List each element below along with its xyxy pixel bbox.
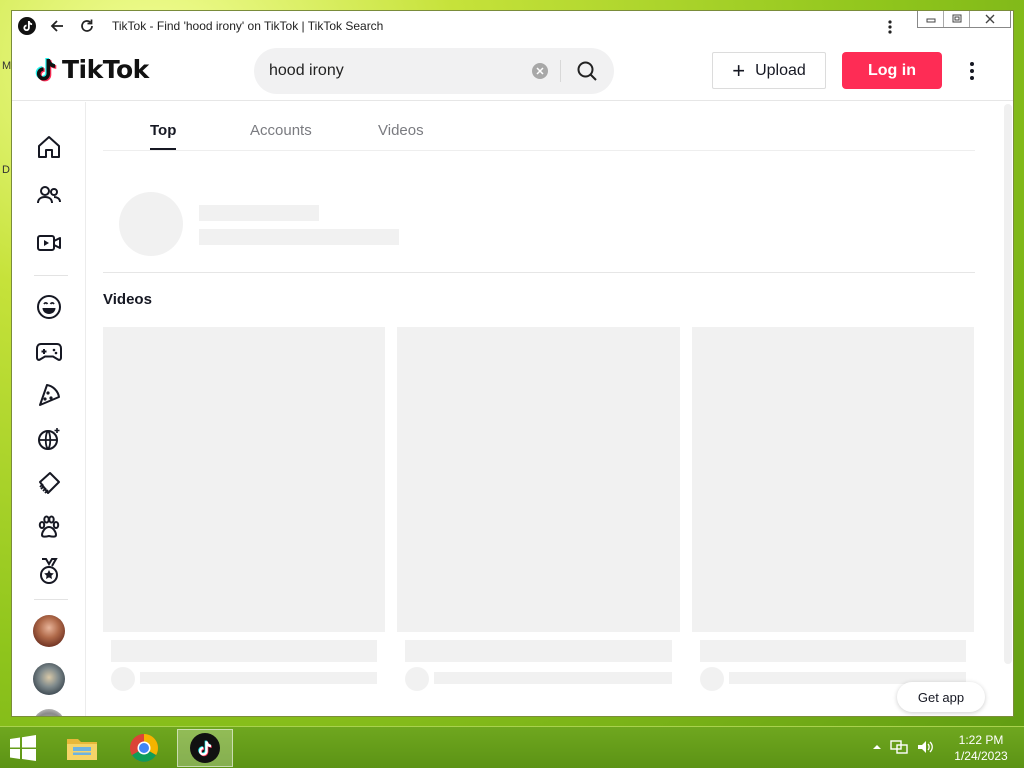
back-icon[interactable]	[42, 11, 72, 41]
tiktok-logo[interactable]: TikTok	[34, 55, 149, 84]
maximize-icon[interactable]	[944, 11, 970, 27]
avatar[interactable]	[33, 709, 65, 716]
video-caption-placeholder	[111, 640, 377, 662]
upload-label: Upload	[755, 61, 806, 79]
plus-icon: +	[732, 57, 746, 83]
beauty-icon[interactable]	[35, 469, 63, 497]
video-author-placeholder	[140, 672, 377, 684]
volume-icon[interactable]	[916, 739, 934, 755]
clear-search-icon[interactable]	[532, 63, 548, 79]
section-divider	[103, 272, 975, 273]
network-icon[interactable]	[890, 739, 908, 755]
tiktok-app-icon	[12, 11, 42, 41]
search-divider	[560, 60, 561, 82]
desktop-fragment: M	[2, 60, 12, 72]
scrollbar-thumb[interactable]	[1004, 104, 1012, 664]
videos-heading: Videos	[103, 291, 152, 308]
sidebar	[12, 102, 86, 716]
windows-logo-icon	[10, 735, 36, 761]
tabs-divider	[103, 150, 975, 151]
video-thumbnail-placeholder	[692, 327, 974, 632]
system-tray	[872, 739, 934, 755]
home-icon[interactable]	[35, 133, 63, 161]
window-controls	[917, 11, 1011, 28]
video-caption-placeholder	[700, 640, 966, 662]
tiktok-note-icon	[35, 58, 57, 82]
video-thumbnail-placeholder	[103, 327, 385, 632]
clock-time: 1:22 PM	[958, 733, 1004, 747]
animals-icon[interactable]	[35, 513, 63, 541]
site-header: TikTok + Upload Log in	[12, 41, 1013, 101]
tab-top[interactable]: Top	[150, 122, 176, 139]
window-title: TikTok - Find 'hood irony' on TikTok | T…	[112, 19, 384, 33]
main-content: Top Accounts Videos Videos Get app	[87, 102, 1001, 716]
get-app-button[interactable]: Get app	[897, 682, 985, 712]
login-button[interactable]: Log in	[842, 52, 942, 89]
search-input[interactable]	[269, 48, 519, 94]
more-options-icon[interactable]	[962, 59, 982, 83]
account-avatar-placeholder	[119, 192, 183, 256]
taskbar: 1:22 PM 1/24/2023	[0, 726, 1024, 768]
video-author-avatar-placeholder	[405, 667, 429, 691]
file-explorer-taskbar-icon[interactable]	[54, 729, 110, 767]
tiktok-taskbar-icon[interactable]	[177, 729, 233, 767]
browser-window: TikTok - Find 'hood irony' on TikTok | T…	[11, 10, 1014, 717]
gaming-icon[interactable]	[35, 337, 63, 365]
minimize-icon[interactable]	[918, 11, 944, 27]
video-caption-placeholder	[405, 640, 672, 662]
dance-icon[interactable]	[35, 425, 63, 453]
video-author-avatar-placeholder	[111, 667, 135, 691]
video-thumbnail-placeholder	[397, 327, 680, 632]
sports-icon[interactable]	[35, 557, 63, 585]
following-icon[interactable]	[35, 181, 63, 209]
comedy-icon[interactable]	[35, 293, 63, 321]
title-bar: TikTok - Find 'hood irony' on TikTok | T…	[12, 11, 1013, 41]
tab-accounts[interactable]: Accounts	[250, 122, 312, 139]
search-button[interactable]	[570, 56, 604, 86]
food-icon[interactable]	[35, 381, 63, 409]
clock[interactable]: 1:22 PM 1/24/2023	[948, 732, 1014, 764]
search-bar	[254, 48, 614, 94]
start-button[interactable]	[8, 735, 38, 761]
account-desc-placeholder	[199, 229, 399, 245]
avatar[interactable]	[33, 615, 65, 647]
reload-icon[interactable]	[72, 11, 102, 41]
close-icon[interactable]	[970, 11, 1010, 27]
avatar[interactable]	[33, 663, 65, 695]
sidebar-divider	[34, 599, 68, 600]
kebab-menu-icon[interactable]	[880, 17, 900, 37]
scrollbar[interactable]	[1001, 102, 1013, 716]
clock-date: 1/24/2023	[954, 749, 1008, 763]
account-name-placeholder	[199, 205, 319, 221]
show-hidden-icons-icon[interactable]	[872, 743, 882, 751]
logo-wordmark: TikTok	[62, 55, 149, 84]
sidebar-divider	[34, 275, 68, 276]
tab-videos[interactable]: Videos	[378, 122, 424, 139]
live-icon[interactable]	[35, 229, 63, 257]
search-icon	[577, 61, 597, 81]
video-author-placeholder	[434, 672, 672, 684]
video-author-avatar-placeholder	[700, 667, 724, 691]
desktop-fragment: D	[2, 164, 10, 176]
upload-button[interactable]: + Upload	[712, 52, 826, 89]
chrome-taskbar-icon[interactable]	[116, 729, 172, 767]
